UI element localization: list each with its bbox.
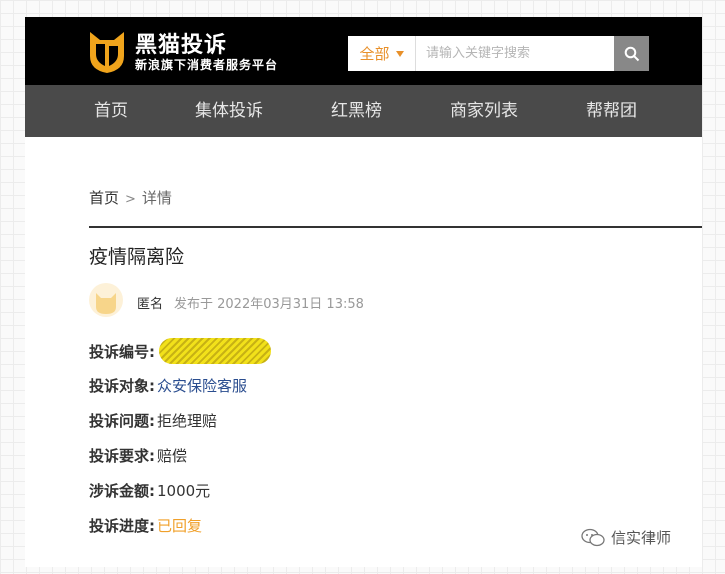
nav-item-help-group[interactable]: 帮帮团 (586, 85, 637, 137)
nav-item-ranking[interactable]: 红黑榜 (331, 85, 382, 137)
caret-down-icon (395, 50, 404, 57)
issue-value: 拒绝理赔 (157, 412, 218, 430)
redaction-mark (159, 338, 271, 364)
nav-item-merchants[interactable]: 商家列表 (450, 85, 518, 137)
field-progress: 投诉进度: 已回复 (89, 515, 202, 536)
field-amount: 涉诉金额: 1000元 (89, 480, 210, 501)
search-button[interactable] (614, 36, 649, 71)
nav-item-collective[interactable]: 集体投诉 (195, 85, 263, 137)
target-label: 投诉对象: (89, 377, 155, 395)
author-name: 匿名 (137, 297, 164, 312)
amount-label: 涉诉金额: (89, 482, 155, 500)
search-scope-dropdown[interactable]: 全部 (348, 36, 416, 71)
request-value: 赔偿 (157, 447, 188, 465)
search-scope-label: 全部 (359, 45, 390, 63)
search-input[interactable] (416, 36, 614, 71)
field-target: 投诉对象: 众安保险客服 (89, 375, 247, 396)
nav-item-home[interactable]: 首页 (94, 85, 128, 137)
search-bar: 全部 (348, 36, 649, 71)
breadcrumb-separator: > (125, 192, 136, 207)
title-divider (89, 226, 702, 228)
breadcrumb: 首页 > 详情 (89, 187, 172, 208)
amount-value: 1000元 (157, 482, 211, 500)
wechat-icon (581, 528, 605, 546)
black-cat-logo-icon[interactable] (87, 28, 127, 74)
request-label: 投诉要求: (89, 447, 155, 465)
main-nav: 首页 集体投诉 红黑榜 商家列表 帮帮团 (25, 85, 702, 137)
breadcrumb-home[interactable]: 首页 (89, 189, 119, 207)
page: 黑猫投诉 新浪旗下消费者服务平台 全部 首页 集体投诉 红黑榜 (25, 17, 702, 567)
complaint-id-label: 投诉编号: (89, 342, 155, 361)
target-link[interactable]: 众安保险客服 (157, 375, 247, 396)
watermark-text: 信实律师 (611, 529, 672, 547)
field-issue: 投诉问题: 拒绝理赔 (89, 410, 217, 431)
field-request: 投诉要求: 赔偿 (89, 445, 187, 466)
brand-subtitle: 新浪旗下消费者服务平台 (135, 58, 279, 72)
field-complaint-id: 投诉编号: (89, 338, 271, 364)
progress-label: 投诉进度: (89, 517, 155, 535)
posted-time: 发布于 2022年03月31日 13:58 (174, 297, 364, 312)
issue-label: 投诉问题: (89, 412, 155, 430)
site-header: 黑猫投诉 新浪旗下消费者服务平台 全部 (25, 17, 702, 85)
progress-status: 已回复 (157, 517, 203, 535)
watermark: 信实律师 (581, 527, 671, 548)
complaint-title: 疫情隔离险 (89, 246, 185, 268)
breadcrumb-current: 详情 (141, 189, 172, 207)
brand-title[interactable]: 黑猫投诉 (135, 27, 227, 59)
avatar-icon (89, 283, 123, 317)
search-icon (624, 46, 639, 61)
screenshot-frame: 黑猫投诉 新浪旗下消费者服务平台 全部 首页 集体投诉 红黑榜 (0, 0, 725, 574)
